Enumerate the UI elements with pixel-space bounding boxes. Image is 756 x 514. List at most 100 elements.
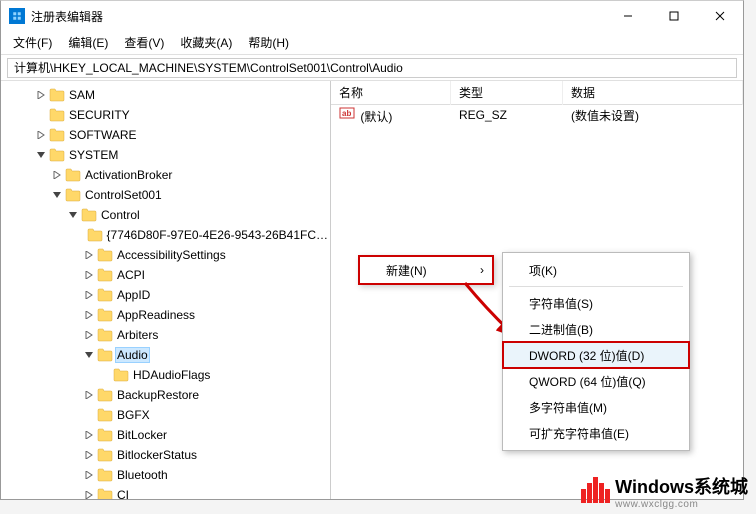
- no-expand: [97, 367, 113, 383]
- menu-favorites[interactable]: 收藏夹(A): [172, 32, 240, 53]
- tree-item[interactable]: SOFTWARE: [1, 125, 330, 145]
- folder-icon: [97, 487, 113, 499]
- tree-item-label: AccessibilitySettings: [115, 247, 228, 263]
- cell-type: REG_SZ: [451, 106, 563, 124]
- folder-icon: [49, 107, 65, 123]
- svg-text:ab: ab: [342, 109, 351, 118]
- collapse-icon[interactable]: [49, 187, 65, 203]
- submenu-binary[interactable]: 二进制值(B): [503, 316, 689, 342]
- tree-item[interactable]: Control: [1, 205, 330, 225]
- tree-item[interactable]: HDAudioFlags: [1, 365, 330, 385]
- folder-icon: [49, 87, 65, 103]
- expand-icon[interactable]: [81, 307, 97, 323]
- tree-item-label: Arbiters: [115, 327, 160, 343]
- expand-icon[interactable]: [81, 467, 97, 483]
- titlebar[interactable]: 注册表编辑器: [1, 1, 743, 31]
- tree-item-label: Audio: [115, 347, 150, 363]
- column-data[interactable]: 数据: [563, 81, 743, 105]
- expand-icon[interactable]: [33, 87, 49, 103]
- submenu-string[interactable]: 字符串值(S): [503, 290, 689, 316]
- column-type[interactable]: 类型: [451, 81, 563, 105]
- tree-pane[interactable]: SAM SECURITY SOFTWARE SYSTEM ActivationBroke…: [1, 81, 331, 499]
- menubar: 文件(F) 编辑(E) 查看(V) 收藏夹(A) 帮助(H): [1, 31, 743, 55]
- tree-item-label: CI: [115, 487, 131, 499]
- submenu-dword[interactable]: DWORD (32 位)值(D): [503, 342, 689, 368]
- tree-item[interactable]: BGFX: [1, 405, 330, 425]
- submenu-key[interactable]: 项(K): [503, 257, 689, 283]
- folder-icon: [65, 167, 81, 183]
- submenu-qword[interactable]: QWORD (64 位)值(Q): [503, 368, 689, 394]
- cell-name: ab (默认): [331, 103, 451, 127]
- maximize-button[interactable]: [651, 1, 697, 31]
- tree-item[interactable]: CI: [1, 485, 330, 499]
- tree-item-label: AppReadiness: [115, 307, 197, 323]
- list-row[interactable]: ab (默认) REG_SZ (数值未设置): [331, 105, 743, 125]
- menu-file[interactable]: 文件(F): [5, 32, 60, 53]
- tree-item-label: AppID: [115, 287, 152, 303]
- chevron-right-icon: ›: [480, 263, 484, 277]
- expand-icon[interactable]: [33, 127, 49, 143]
- minimize-button[interactable]: [605, 1, 651, 31]
- tree-item[interactable]: BitlockerStatus: [1, 445, 330, 465]
- tree-item[interactable]: AccessibilitySettings: [1, 245, 330, 265]
- tree-item[interactable]: BackupRestore: [1, 385, 330, 405]
- expand-icon[interactable]: [81, 487, 97, 499]
- tree-item-label: SECURITY: [67, 107, 132, 123]
- expand-icon[interactable]: [49, 167, 65, 183]
- tree-item[interactable]: AppReadiness: [1, 305, 330, 325]
- tree-item-label: ControlSet001: [83, 187, 164, 203]
- tree-item-label: HDAudioFlags: [131, 367, 212, 383]
- tree-item[interactable]: SYSTEM: [1, 145, 330, 165]
- app-icon: [9, 8, 25, 24]
- tree-item-label: SOFTWARE: [67, 127, 139, 143]
- collapse-icon[interactable]: [81, 347, 97, 363]
- expand-icon[interactable]: [81, 327, 97, 343]
- expand-icon[interactable]: [81, 387, 97, 403]
- address-input[interactable]: [7, 58, 737, 78]
- tree-item-label: BitlockerStatus: [115, 447, 199, 463]
- tree-item[interactable]: {7746D80F-97E0-4E26-9543-26B41FC…: [1, 225, 330, 245]
- tree-item-label: BitLocker: [115, 427, 169, 443]
- folder-icon: [97, 427, 113, 443]
- tree-item[interactable]: BitLocker: [1, 425, 330, 445]
- folder-icon: [87, 227, 103, 243]
- context-menu: 新建(N) ›: [358, 255, 494, 285]
- tree-item-label: {7746D80F-97E0-4E26-9543-26B41FC…: [105, 227, 330, 243]
- tree-item[interactable]: Bluetooth: [1, 465, 330, 485]
- watermark-title: Windows系统城: [615, 477, 748, 497]
- tree-item[interactable]: ActivationBroker: [1, 165, 330, 185]
- folder-icon: [97, 387, 113, 403]
- submenu-expand[interactable]: 可扩充字符串值(E): [503, 420, 689, 446]
- folder-icon: [97, 407, 113, 423]
- new-submenu: 项(K) 字符串值(S) 二进制值(B) DWORD (32 位)值(D) QW…: [502, 252, 690, 451]
- context-menu-new[interactable]: 新建(N) ›: [360, 257, 492, 283]
- tree-item[interactable]: Audio: [1, 345, 330, 365]
- folder-icon: [97, 347, 113, 363]
- expand-icon[interactable]: [81, 267, 97, 283]
- tree-item-label: Control: [99, 207, 142, 223]
- menu-edit[interactable]: 编辑(E): [60, 32, 116, 53]
- expand-icon[interactable]: [81, 287, 97, 303]
- column-name[interactable]: 名称: [331, 81, 451, 105]
- folder-icon: [49, 147, 65, 163]
- menu-view[interactable]: 查看(V): [116, 32, 172, 53]
- submenu-multi[interactable]: 多字符串值(M): [503, 394, 689, 420]
- menu-help[interactable]: 帮助(H): [240, 32, 297, 53]
- expand-icon[interactable]: [81, 247, 97, 263]
- tree-item[interactable]: AppID: [1, 285, 330, 305]
- tree-item[interactable]: SAM: [1, 85, 330, 105]
- tree-item-label: SYSTEM: [67, 147, 120, 163]
- tree-item[interactable]: SECURITY: [1, 105, 330, 125]
- tree-item[interactable]: ACPI: [1, 265, 330, 285]
- close-button[interactable]: [697, 1, 743, 31]
- tree-item[interactable]: Arbiters: [1, 325, 330, 345]
- folder-icon: [81, 207, 97, 223]
- tree-item[interactable]: ControlSet001: [1, 185, 330, 205]
- collapse-icon[interactable]: [65, 207, 81, 223]
- expand-icon[interactable]: [81, 427, 97, 443]
- collapse-icon[interactable]: [33, 147, 49, 163]
- tree-item-label: ACPI: [115, 267, 147, 283]
- folder-icon: [97, 247, 113, 263]
- expand-icon[interactable]: [81, 447, 97, 463]
- tree-item-label: ActivationBroker: [83, 167, 174, 183]
